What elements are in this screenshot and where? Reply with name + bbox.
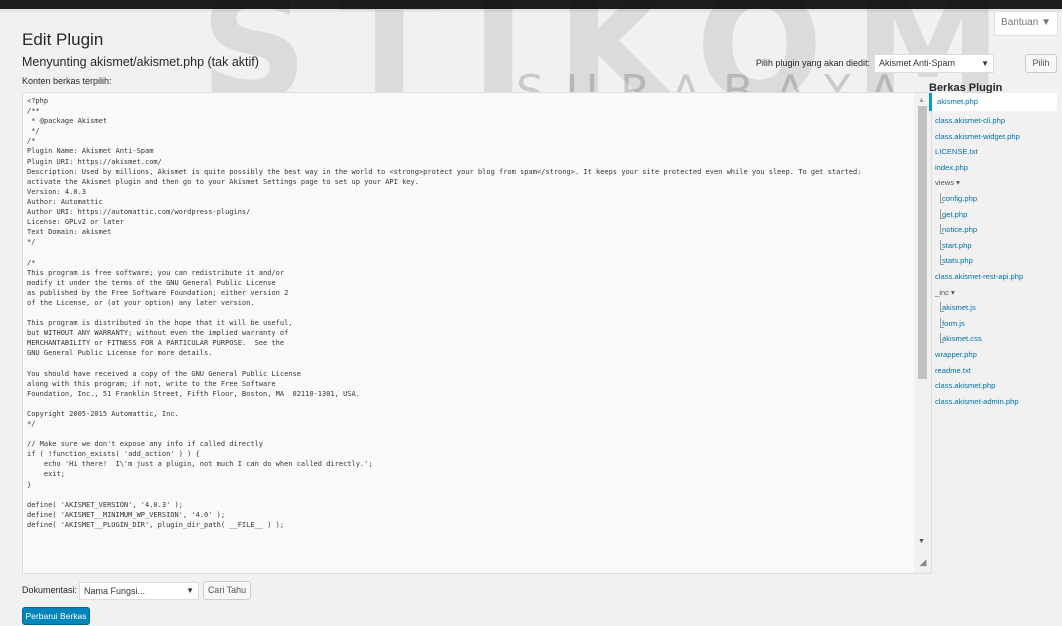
- content-label: Konten berkas terpilih:: [22, 76, 112, 86]
- folder-item[interactable]: views ▾: [929, 175, 1057, 191]
- resize-handle-icon[interactable]: ◢: [916, 555, 930, 569]
- file-item[interactable]: class.akismet-widget.php: [929, 129, 1057, 145]
- file-item[interactable]: start.php: [929, 238, 1057, 254]
- editing-file-title: Menyunting akismet/akismet.php (tak akti…: [22, 55, 259, 69]
- select-plugin-button[interactable]: Pilih: [1025, 54, 1057, 73]
- file-item[interactable]: wrapper.php: [929, 347, 1057, 363]
- file-item[interactable]: akismet.php: [929, 93, 1057, 111]
- file-item[interactable]: stats.php: [929, 253, 1057, 269]
- file-item[interactable]: form.js: [929, 316, 1057, 332]
- file-item[interactable]: LICENSE.txt: [929, 144, 1057, 160]
- documentation-label: Dokumentasi:: [22, 585, 78, 595]
- documentation-select[interactable]: Nama Fungsi... ▼: [79, 582, 199, 600]
- file-item[interactable]: class.akismet-rest-api.php: [929, 269, 1057, 285]
- plugin-file-list: akismet.php class.akismet-cli.php class.ak…: [929, 93, 1057, 409]
- chevron-down-icon: ▼: [981, 59, 989, 68]
- code-editor[interactable]: <?php /** * @package Akismet */ /* Plugi…: [22, 92, 932, 574]
- file-item[interactable]: akismet.css: [929, 331, 1057, 347]
- file-item[interactable]: class.akismet-admin.php: [929, 394, 1057, 410]
- top-border: [0, 0, 1062, 9]
- plugin-select[interactable]: Akismet Anti-Spam ▼: [874, 54, 994, 73]
- file-item[interactable]: class.akismet.php: [929, 378, 1057, 394]
- documentation-select-value: Nama Fungsi...: [84, 586, 146, 596]
- file-item[interactable]: readme.txt: [929, 363, 1057, 379]
- page-title: Edit Plugin: [22, 30, 104, 49]
- help-button[interactable]: Bantuan ▼: [994, 12, 1058, 36]
- code-text[interactable]: <?php /** * @package Akismet */ /* Plugi…: [27, 96, 912, 530]
- scrollbar-thumb[interactable]: [918, 106, 927, 379]
- plugin-select-label: Pilih plugin yang akan diedit:: [755, 58, 870, 68]
- scroll-up-icon[interactable]: ▲: [918, 97, 925, 104]
- file-item[interactable]: config.php: [929, 191, 1057, 207]
- file-item[interactable]: index.php: [929, 160, 1057, 176]
- file-item[interactable]: get.php: [929, 207, 1057, 223]
- file-item[interactable]: notice.php: [929, 222, 1057, 238]
- update-file-button[interactable]: Perbarui Berkas: [22, 607, 90, 625]
- folder-item[interactable]: _inc ▾: [929, 285, 1057, 301]
- lookup-button[interactable]: Cari Tahu: [203, 581, 251, 600]
- top-shadow: [0, 9, 1062, 12]
- file-item[interactable]: class.akismet-cli.php: [929, 113, 1057, 129]
- scroll-down-icon[interactable]: ▼: [918, 538, 925, 545]
- file-item[interactable]: akismet.js: [929, 300, 1057, 316]
- chevron-down-icon: ▼: [186, 586, 194, 595]
- plugin-select-value: Akismet Anti-Spam: [879, 58, 956, 68]
